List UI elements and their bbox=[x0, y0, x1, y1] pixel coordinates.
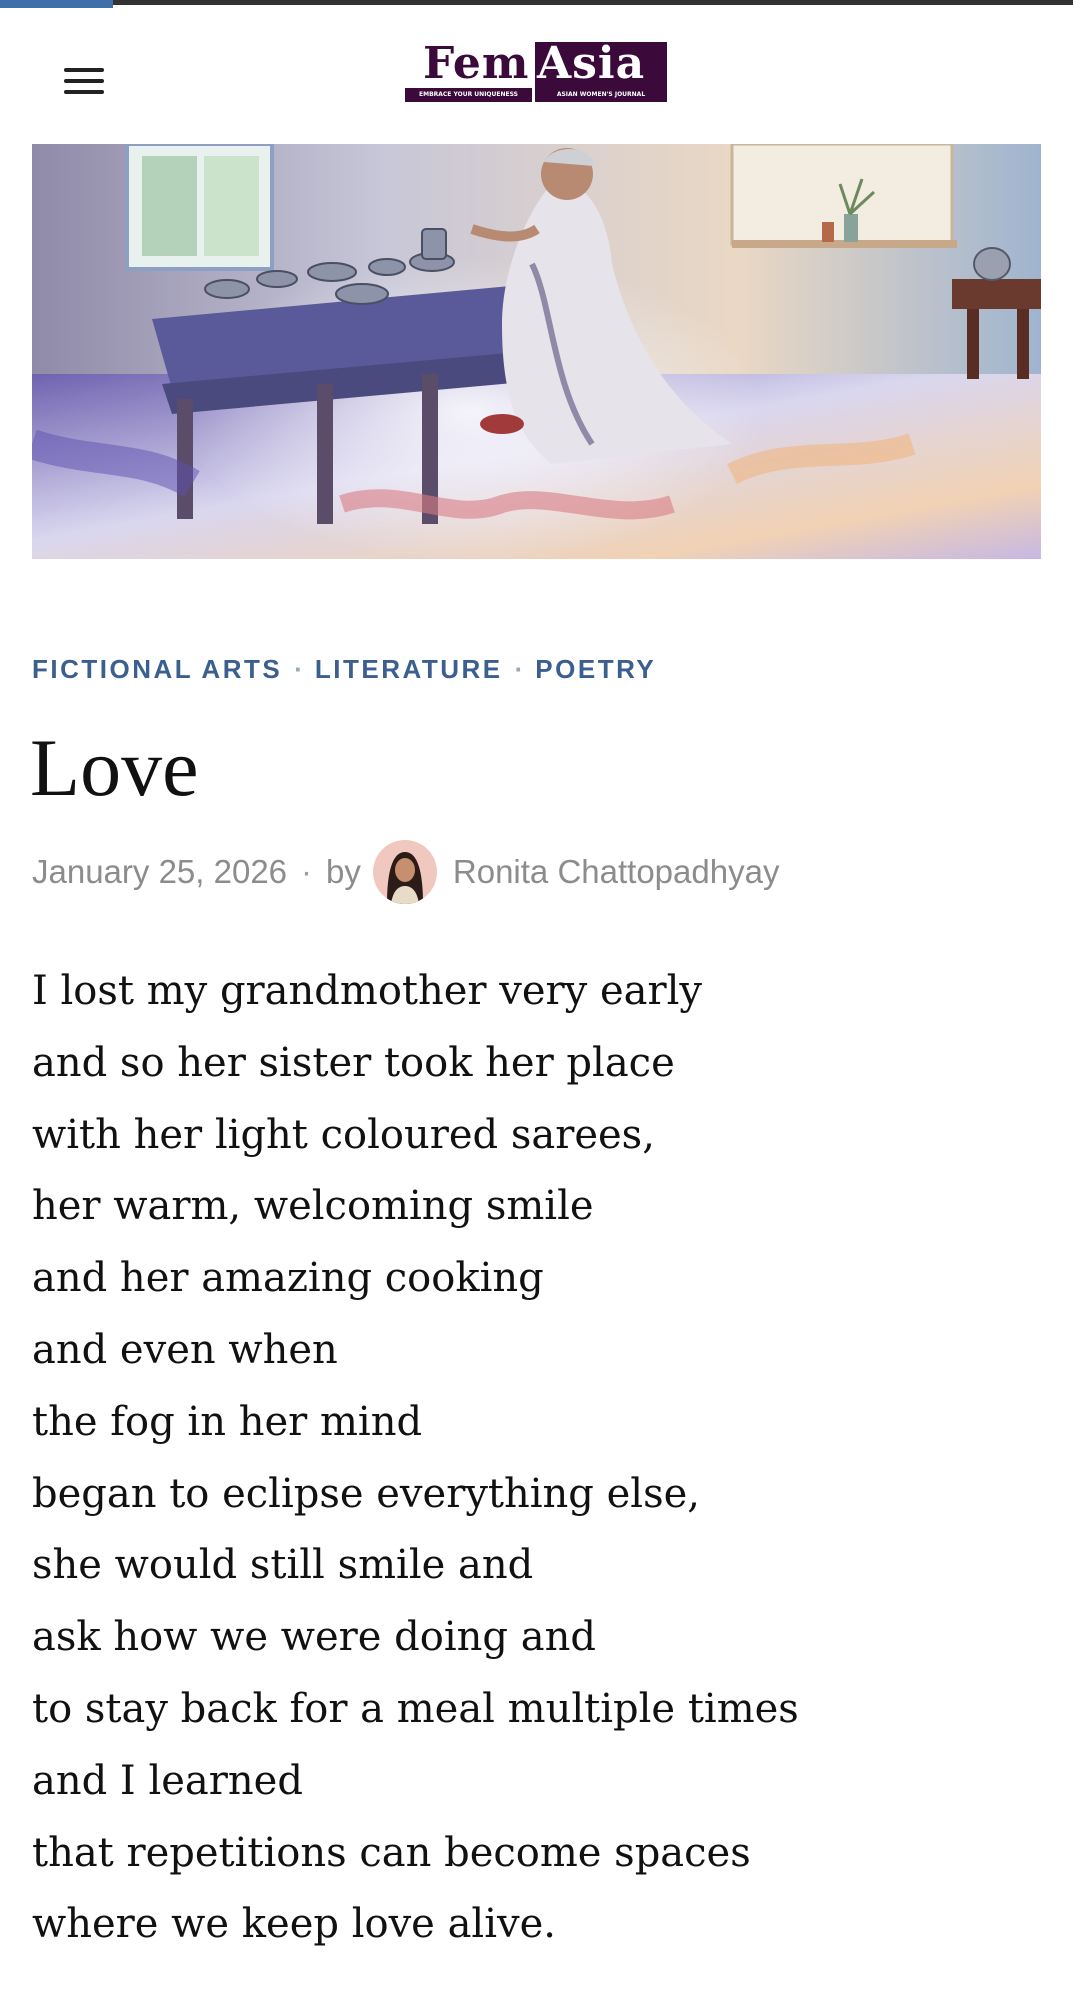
author-avatar-image bbox=[372, 840, 437, 904]
hero-image bbox=[32, 144, 1041, 559]
hamburger-menu-icon bbox=[64, 68, 104, 94]
poem-line: that repetitions can become spaces bbox=[32, 1829, 751, 1876]
poem-line: and even when bbox=[32, 1326, 338, 1373]
category-link-literature[interactable]: LITERATURE bbox=[315, 654, 503, 685]
poem-line: and her amazing cooking bbox=[32, 1255, 544, 1302]
category-separator: · bbox=[294, 653, 303, 684]
author-link[interactable]: Ronita Chattopadhyay bbox=[453, 853, 780, 891]
poem-line: her warm, welcoming smile bbox=[32, 1183, 594, 1230]
poem-line: to stay back for a meal multiple times bbox=[32, 1685, 799, 1732]
reading-progress-track bbox=[0, 0, 1073, 5]
article-meta: January 25, 2026 · by Ronita Chattopadhy… bbox=[32, 838, 779, 906]
meta-separator: · bbox=[301, 853, 313, 890]
logo-tagline-right: ASIAN WOMEN'S JOURNAL bbox=[535, 88, 667, 102]
poem-line: the fog in her mind bbox=[32, 1398, 423, 1445]
category-link-fictional-arts[interactable]: FICTIONAL ARTS bbox=[32, 654, 282, 685]
logo-word-asia: Asia bbox=[537, 38, 646, 89]
poem-line: with her light coloured sarees, bbox=[32, 1111, 655, 1158]
article-title: Love bbox=[30, 722, 199, 813]
poem-line: I lost my grandmother very early bbox=[32, 968, 702, 1014]
poem-body: I lost my grandmother very early and so h… bbox=[32, 956, 1041, 1961]
poem-line: and I learned bbox=[32, 1757, 303, 1804]
by-label: by bbox=[326, 853, 361, 890]
site-logo[interactable]: Fem Asia EMBRACE YOUR UNIQUENESS ASIAN W… bbox=[405, 38, 667, 106]
category-list: FICTIONAL ARTS · LITERATURE · POETRY bbox=[32, 651, 656, 687]
author-avatar[interactable] bbox=[372, 840, 437, 904]
poem-line: began to eclipse everything else, bbox=[32, 1470, 701, 1517]
poem-line: ask how we were doing and bbox=[32, 1614, 596, 1661]
logo-tagline-left: EMBRACE YOUR UNIQUENESS bbox=[405, 88, 532, 102]
poem-line: and so her sister took her place bbox=[32, 1039, 675, 1086]
menu-button[interactable] bbox=[52, 52, 116, 108]
category-link-poetry[interactable]: POETRY bbox=[535, 654, 656, 685]
site-header: Fem Asia EMBRACE YOUR UNIQUENESS ASIAN W… bbox=[0, 8, 1073, 136]
category-separator: · bbox=[514, 653, 524, 684]
logo-word-fem: Fem bbox=[423, 38, 530, 89]
watercolor-grandmother-cooking-image bbox=[32, 144, 1041, 559]
logo-wordmark: Fem Asia bbox=[405, 38, 667, 90]
poem-line: she would still smile and bbox=[32, 1542, 534, 1589]
poem-line: where we keep love alive. bbox=[32, 1901, 556, 1948]
publish-date: January 25, 2026 bbox=[32, 853, 288, 890]
reading-progress-bar bbox=[0, 0, 113, 8]
